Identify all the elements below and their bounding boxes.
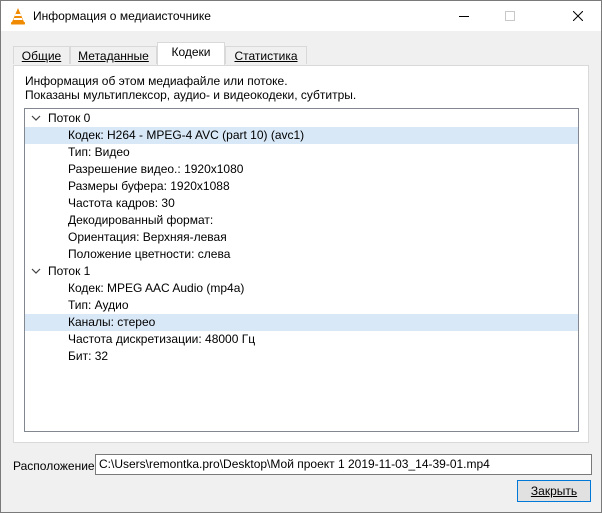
tree-item-text: Разрешение видео.: 1920x1080 bbox=[68, 162, 244, 176]
tab-statistics[interactable]: Статистика bbox=[225, 46, 307, 64]
maximize-icon bbox=[505, 11, 515, 21]
close-button-label: Закрыть bbox=[530, 484, 578, 498]
tree-item-text: Ориентация: Верхняя-левая bbox=[68, 230, 227, 244]
vlc-cone-icon bbox=[11, 8, 25, 25]
info-description: Информация об этом медиафайле или потоке… bbox=[25, 74, 288, 88]
info-subdescription: Показаны мультиплексор, аудио- и видеоко… bbox=[25, 88, 357, 102]
location-label: Расположение: bbox=[13, 459, 98, 473]
tree-item-text: Частота кадров: 30 bbox=[68, 196, 175, 210]
tab-metadata[interactable]: Метаданные bbox=[70, 46, 157, 64]
tree-item[interactable]: Декодированный формат: bbox=[25, 212, 578, 229]
tree-item-text: Размеры буфера: 1920x1088 bbox=[68, 179, 230, 193]
codec-tree[interactable]: Поток 0 Кодек: H264 - MPEG-4 AVC (part 1… bbox=[24, 108, 579, 432]
location-field[interactable]: C:\Users\remontka.pro\Desktop\Мой проект… bbox=[95, 454, 592, 475]
chevron-down-icon[interactable] bbox=[31, 114, 41, 122]
close-window-button[interactable] bbox=[555, 1, 601, 31]
tree-item[interactable]: Каналы: стерео bbox=[25, 314, 578, 331]
tree-item-text: Каналы: стерео bbox=[68, 315, 156, 329]
tree-item[interactable]: Разрешение видео.: 1920x1080 bbox=[25, 161, 578, 178]
tab-metadata-label: Метаданные bbox=[78, 49, 149, 63]
tab-codecs-label: Кодеки bbox=[171, 45, 211, 59]
chevron-down-icon[interactable] bbox=[31, 267, 41, 275]
stream-node-0[interactable]: Поток 0 bbox=[25, 110, 578, 127]
tree-item-text: Тип: Видео bbox=[68, 145, 130, 159]
tree-item-text: Тип: Аудио bbox=[68, 298, 129, 312]
tab-codecs[interactable]: Кодеки bbox=[157, 42, 225, 65]
stream-node-1[interactable]: Поток 1 bbox=[25, 263, 578, 280]
tree-item[interactable]: Кодек: H264 - MPEG-4 AVC (part 10) (avc1… bbox=[25, 127, 578, 144]
tree-item[interactable]: Положение цветности: слева bbox=[25, 246, 578, 263]
tree-item[interactable]: Частота кадров: 30 bbox=[25, 195, 578, 212]
tree-item-text: Положение цветности: слева bbox=[68, 247, 231, 261]
title-bar[interactable]: Информация о медиаисточнике bbox=[1, 1, 601, 31]
tree-item[interactable]: Кодек: MPEG AAC Audio (mp4a) bbox=[25, 280, 578, 297]
tree-item[interactable]: Ориентация: Верхняя-левая bbox=[25, 229, 578, 246]
window-title: Информация о медиаисточнике bbox=[33, 9, 211, 23]
tab-statistics-label: Статистика bbox=[234, 49, 298, 63]
stream-label: Поток 0 bbox=[48, 111, 91, 125]
close-icon bbox=[573, 11, 583, 21]
codecs-panel: Информация об этом медиафайле или потоке… bbox=[13, 65, 589, 443]
tree-item[interactable]: Бит: 32 bbox=[25, 348, 578, 365]
stream-label: Поток 1 bbox=[48, 264, 91, 278]
maximize-button[interactable] bbox=[487, 1, 533, 31]
media-info-window: Информация о медиаисточнике Общие Метада… bbox=[0, 0, 602, 513]
tree-item[interactable]: Частота дискретизации: 48000 Гц bbox=[25, 331, 578, 348]
tree-item-text: Декодированный формат: bbox=[68, 213, 214, 227]
tab-general-label: Общие bbox=[21, 49, 62, 63]
tree-item-text: Частота дискретизации: 48000 Гц bbox=[68, 332, 256, 346]
tree-item-text: Кодек: MPEG AAC Audio (mp4a) bbox=[68, 281, 245, 295]
minimize-icon bbox=[459, 16, 469, 17]
tree-item[interactable]: Тип: Видео bbox=[25, 144, 578, 161]
tree-item-text: Кодек: H264 - MPEG-4 AVC (part 10) (avc1… bbox=[68, 128, 305, 142]
close-button[interactable]: Закрыть bbox=[517, 480, 591, 502]
tree-item-text: Бит: 32 bbox=[68, 349, 109, 363]
tab-general[interactable]: Общие bbox=[13, 46, 70, 64]
tree-item[interactable]: Размеры буфера: 1920x1088 bbox=[25, 178, 578, 195]
minimize-button[interactable] bbox=[441, 1, 487, 31]
tree-item[interactable]: Тип: Аудио bbox=[25, 297, 578, 314]
